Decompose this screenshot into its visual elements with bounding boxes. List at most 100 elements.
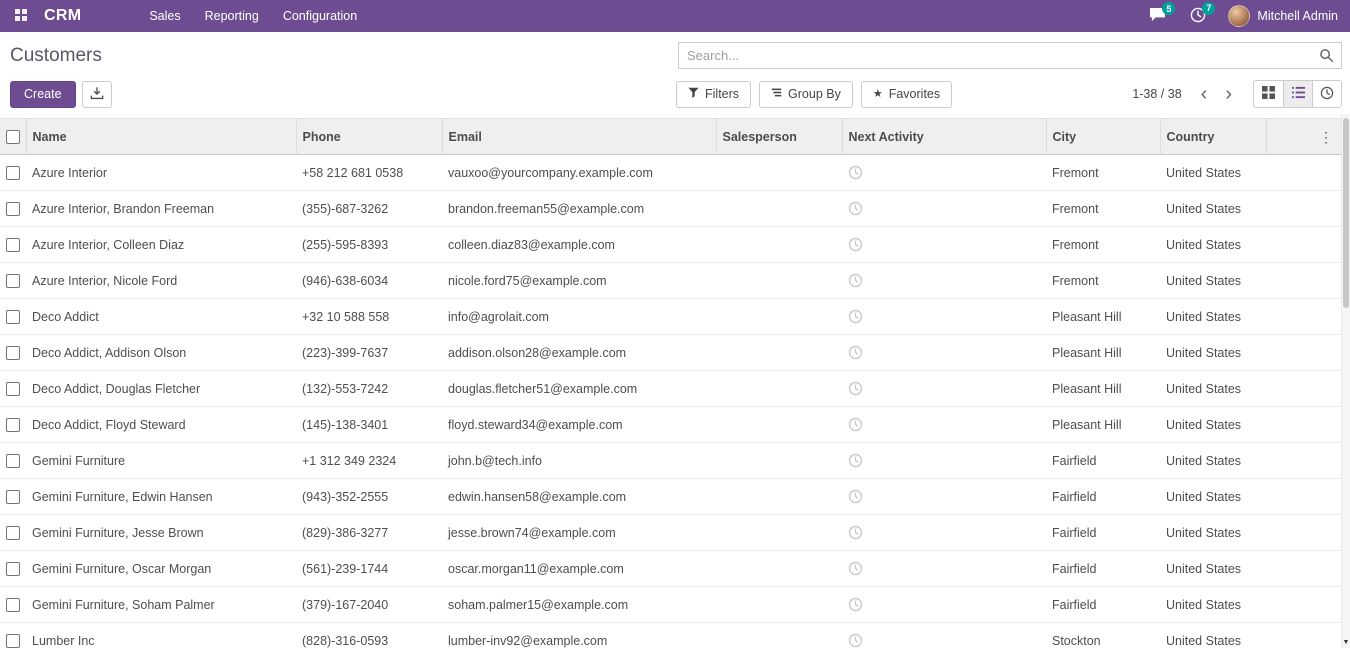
user-menu[interactable]: Mitchell Admin (1218, 5, 1342, 27)
cell-phone[interactable]: (943)-352-2555 (296, 479, 442, 515)
cell-country[interactable]: United States (1160, 227, 1266, 263)
cell-phone[interactable]: (223)-399-7637 (296, 335, 442, 371)
next-activity-clock-icon[interactable] (848, 525, 863, 539)
app-title[interactable]: CRM (44, 7, 81, 25)
cell-salesperson[interactable] (716, 587, 842, 623)
row-checkbox[interactable] (6, 562, 20, 576)
row-checkbox[interactable] (6, 634, 20, 648)
menu-configuration[interactable]: Configuration (271, 0, 369, 32)
cell-salesperson[interactable] (716, 191, 842, 227)
select-all-checkbox[interactable] (6, 130, 20, 144)
cell-city[interactable]: Fairfield (1046, 587, 1160, 623)
cell-next-activity[interactable] (842, 263, 1046, 299)
cell-email[interactable]: soham.palmer15@example.com (442, 587, 716, 623)
cell-email[interactable]: jesse.brown74@example.com (442, 515, 716, 551)
cell-country[interactable]: United States (1160, 371, 1266, 407)
table-row[interactable]: Azure Interior, Colleen Diaz (255)-595-8… (0, 227, 1350, 263)
cell-next-activity[interactable] (842, 191, 1046, 227)
next-activity-clock-icon[interactable] (848, 201, 863, 215)
cell-email[interactable]: lumber-inv92@example.com (442, 623, 716, 648)
cell-country[interactable]: United States (1160, 155, 1266, 191)
table-row[interactable]: Deco Addict, Floyd Steward (145)-138-340… (0, 407, 1350, 443)
cell-name[interactable]: Azure Interior, Colleen Diaz (26, 227, 296, 263)
view-kanban-button[interactable] (1254, 81, 1283, 107)
cell-country[interactable]: United States (1160, 191, 1266, 227)
row-checkbox[interactable] (6, 166, 20, 180)
cell-salesperson[interactable] (716, 551, 842, 587)
cell-next-activity[interactable] (842, 155, 1046, 191)
cell-salesperson[interactable] (716, 299, 842, 335)
row-checkbox[interactable] (6, 310, 20, 324)
group-by-button[interactable]: Group By (759, 81, 853, 108)
cell-email[interactable]: vauxoo@yourcompany.example.com (442, 155, 716, 191)
cell-next-activity[interactable] (842, 335, 1046, 371)
row-checkbox[interactable] (6, 202, 20, 216)
search-icon[interactable] (1319, 48, 1334, 68)
next-activity-clock-icon[interactable] (848, 417, 863, 431)
cell-phone[interactable]: (379)-167-2040 (296, 587, 442, 623)
table-row[interactable]: Deco Addict, Addison Olson (223)-399-763… (0, 335, 1350, 371)
cell-salesperson[interactable] (716, 263, 842, 299)
menu-sales[interactable]: Sales (137, 0, 192, 32)
cell-name[interactable]: Gemini Furniture, Edwin Hansen (26, 479, 296, 515)
cell-email[interactable]: brandon.freeman55@example.com (442, 191, 716, 227)
cell-phone[interactable]: (355)-687-3262 (296, 191, 442, 227)
row-checkbox[interactable] (6, 382, 20, 396)
table-row[interactable]: Gemini Furniture +1 312 349 2324 john.b@… (0, 443, 1350, 479)
column-header-salesperson[interactable]: Salesperson (716, 119, 842, 155)
create-button[interactable]: Create (10, 81, 76, 108)
cell-country[interactable]: United States (1160, 299, 1266, 335)
cell-salesperson[interactable] (716, 155, 842, 191)
cell-name[interactable]: Deco Addict, Douglas Fletcher (26, 371, 296, 407)
vertical-scrollbar[interactable]: ▼ (1341, 114, 1350, 648)
cell-city[interactable]: Fremont (1046, 263, 1160, 299)
scrollbar-down-arrow-icon[interactable]: ▼ (1342, 639, 1350, 647)
next-activity-clock-icon[interactable] (848, 165, 863, 179)
next-activity-clock-icon[interactable] (848, 381, 863, 395)
cell-phone[interactable]: (829)-386-3277 (296, 515, 442, 551)
cell-city[interactable]: Fairfield (1046, 515, 1160, 551)
cell-country[interactable]: United States (1160, 407, 1266, 443)
row-checkbox[interactable] (6, 418, 20, 432)
cell-name[interactable]: Gemini Furniture, Soham Palmer (26, 587, 296, 623)
cell-name[interactable]: Lumber Inc (26, 623, 296, 648)
next-activity-clock-icon[interactable] (848, 489, 863, 503)
cell-email[interactable]: john.b@tech.info (442, 443, 716, 479)
next-activity-clock-icon[interactable] (848, 237, 863, 251)
row-checkbox[interactable] (6, 490, 20, 504)
cell-name[interactable]: Gemini Furniture (26, 443, 296, 479)
cell-salesperson[interactable] (716, 227, 842, 263)
cell-name[interactable]: Gemini Furniture, Oscar Morgan (26, 551, 296, 587)
cell-name[interactable]: Deco Addict (26, 299, 296, 335)
cell-city[interactable]: Pleasant Hill (1046, 407, 1160, 443)
next-activity-clock-icon[interactable] (848, 345, 863, 359)
cell-country[interactable]: United States (1160, 623, 1266, 648)
cell-city[interactable]: Fairfield (1046, 551, 1160, 587)
menu-reporting[interactable]: Reporting (193, 0, 271, 32)
cell-city[interactable]: Stockton (1046, 623, 1160, 648)
row-checkbox[interactable] (6, 346, 20, 360)
cell-phone[interactable]: (132)-553-7242 (296, 371, 442, 407)
cell-name[interactable]: Deco Addict, Addison Olson (26, 335, 296, 371)
next-activity-clock-icon[interactable] (848, 633, 863, 647)
column-header-phone[interactable]: Phone (296, 119, 442, 155)
cell-salesperson[interactable] (716, 371, 842, 407)
cell-phone[interactable]: (946)-638-6034 (296, 263, 442, 299)
cell-phone[interactable]: +32 10 588 558 (296, 299, 442, 335)
cell-salesperson[interactable] (716, 623, 842, 648)
cell-email[interactable]: nicole.ford75@example.com (442, 263, 716, 299)
cell-email[interactable]: douglas.fletcher51@example.com (442, 371, 716, 407)
cell-city[interactable]: Fremont (1046, 155, 1160, 191)
pager-previous-button[interactable]: ‹ (1192, 84, 1217, 104)
cell-city[interactable]: Fairfield (1046, 479, 1160, 515)
cell-name[interactable]: Azure Interior (26, 155, 296, 191)
cell-name[interactable]: Azure Interior, Brandon Freeman (26, 191, 296, 227)
column-header-next-activity[interactable]: Next Activity (842, 119, 1046, 155)
cell-country[interactable]: United States (1160, 551, 1266, 587)
cell-city[interactable]: Fremont (1046, 227, 1160, 263)
cell-name[interactable]: Deco Addict, Floyd Steward (26, 407, 296, 443)
table-row[interactable]: Lumber Inc (828)-316-0593 lumber-inv92@e… (0, 623, 1350, 648)
favorites-button[interactable]: ★ Favorites (861, 81, 952, 108)
table-row[interactable]: Azure Interior +58 212 681 0538 vauxoo@y… (0, 155, 1350, 191)
cell-country[interactable]: United States (1160, 479, 1266, 515)
